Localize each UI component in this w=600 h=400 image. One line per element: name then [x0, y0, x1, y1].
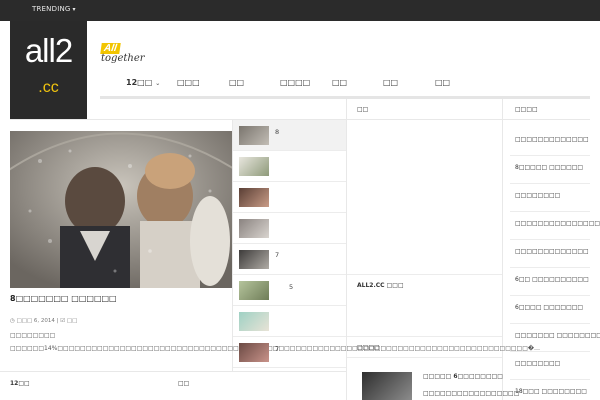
- featured-image[interactable]: [10, 131, 232, 288]
- main-nav: 12□□ ⌄ □□□ □□ □□□□ □□ □□ □□: [100, 72, 590, 96]
- list-item[interactable]: [233, 306, 346, 337]
- list-item[interactable]: 7: [233, 244, 346, 275]
- recent-section-title: □□□□: [357, 344, 380, 351]
- featured-meta: ◷ □□□ 6, 2014 | ☑ □□: [10, 318, 78, 324]
- item-number: 5: [289, 283, 294, 291]
- thumbnail-image: [239, 126, 269, 145]
- divider: [510, 267, 590, 268]
- post-thumbnail[interactable]: [362, 372, 412, 400]
- item-number: 8: [275, 128, 280, 136]
- thumbnail-image: [239, 188, 269, 207]
- divider: [510, 211, 590, 212]
- thumbnail-image: [239, 281, 269, 300]
- sidebar-link[interactable]: 6□□ □□□□□□□□□□: [515, 276, 589, 283]
- list-item[interactable]: [233, 151, 346, 182]
- post-title[interactable]: □□□□□ 6□□□□□□□□: [423, 373, 503, 380]
- nav-underline: [100, 96, 590, 99]
- nav-item-5[interactable]: □□: [332, 78, 347, 87]
- divider: [502, 99, 503, 400]
- trending-label: TRENDING: [32, 5, 71, 13]
- thumbnail-image: [239, 312, 269, 331]
- sidebar-link[interactable]: 6□□□□ □□□□□□□: [515, 304, 583, 311]
- middle-section-title: □□: [357, 106, 369, 113]
- page: TRENDING ▾ all2 .cc All together 12□□ ⌄ □□…: [0, 0, 600, 400]
- list-item[interactable]: [233, 182, 346, 213]
- featured-excerpt: □□□□□□□□ □□□□□□14%□□□□□□□□□□□□□□□□□□□□□□…: [10, 332, 541, 352]
- sidebar-link[interactable]: 18□□□ □□□□□□□□: [515, 388, 587, 395]
- divider: [510, 323, 590, 324]
- list-item[interactable]: 7: [233, 337, 346, 368]
- divider: [0, 371, 346, 372]
- list-item[interactable]: [233, 213, 346, 244]
- trending-menu[interactable]: TRENDING ▾: [32, 5, 76, 13]
- tagline-together: together: [101, 53, 145, 64]
- item-number: 7: [275, 251, 280, 259]
- sidebar-link[interactable]: □□□□□□□ □□□□□□□□□□□: [515, 332, 600, 339]
- divider: [510, 155, 590, 156]
- divider: [347, 357, 502, 358]
- bottom-section-title: □□: [178, 380, 190, 387]
- thumbnail-image: [239, 343, 269, 362]
- bottom-section-title: 12□□: [10, 380, 30, 387]
- top-bar: TRENDING ▾: [0, 0, 600, 21]
- sidebar-link[interactable]: □□□□□□□□□□□□□□□□□□□□□□□□□: [515, 220, 600, 227]
- sidebar-link[interactable]: □□□□□□□□□□□□□: [515, 136, 589, 143]
- nav-item-7[interactable]: □□: [435, 78, 450, 87]
- sidebar-link[interactable]: □□□□□□□□: [515, 360, 560, 367]
- divider: [347, 336, 502, 337]
- chevron-down-icon: ⌄: [155, 80, 161, 87]
- nav-item-label: 12□□: [126, 78, 153, 87]
- thumbnail-image: [239, 219, 269, 238]
- nav-item-3[interactable]: □□: [229, 78, 244, 87]
- site-logo[interactable]: all2 .cc: [10, 21, 87, 119]
- nav-item-1[interactable]: 12□□ ⌄: [126, 78, 160, 87]
- sidebar-link[interactable]: □□□□□□□□□□□□□: [515, 248, 589, 255]
- divider: [510, 295, 590, 296]
- sidebar-link[interactable]: □□□□□□□□: [515, 192, 560, 199]
- nav-item-6[interactable]: □□: [383, 78, 398, 87]
- divider: [347, 274, 502, 275]
- divider: [510, 183, 590, 184]
- logo-main-text: all2: [24, 32, 73, 69]
- list-item[interactable]: 8: [233, 120, 346, 151]
- logo-sub-text: .cc: [38, 79, 59, 96]
- nav-item-2[interactable]: □□□: [177, 78, 200, 87]
- caret-down-icon: ▾: [72, 6, 76, 13]
- all2-section-title: ALL2.CC □□□: [357, 282, 404, 289]
- thumbnail-image: [239, 250, 269, 269]
- divider: [510, 351, 590, 352]
- thumbnail-image: [239, 157, 269, 176]
- couple-umbrella-photo: [10, 131, 232, 288]
- divider: [510, 379, 590, 380]
- post-snippet: □□□□□□□□□□□□□□□□□: [423, 390, 520, 397]
- featured-title[interactable]: 8□□□□□□□ □□□□□□: [10, 294, 117, 303]
- divider: [510, 239, 590, 240]
- divider: [346, 99, 347, 400]
- item-number: 7: [275, 345, 280, 353]
- sidebar-title: □□□□: [515, 106, 538, 113]
- list-item[interactable]: 5: [233, 275, 346, 306]
- sidebar-link[interactable]: 8□□□□□ □□□□□□: [515, 164, 583, 171]
- nav-item-4[interactable]: □□□□: [280, 78, 310, 87]
